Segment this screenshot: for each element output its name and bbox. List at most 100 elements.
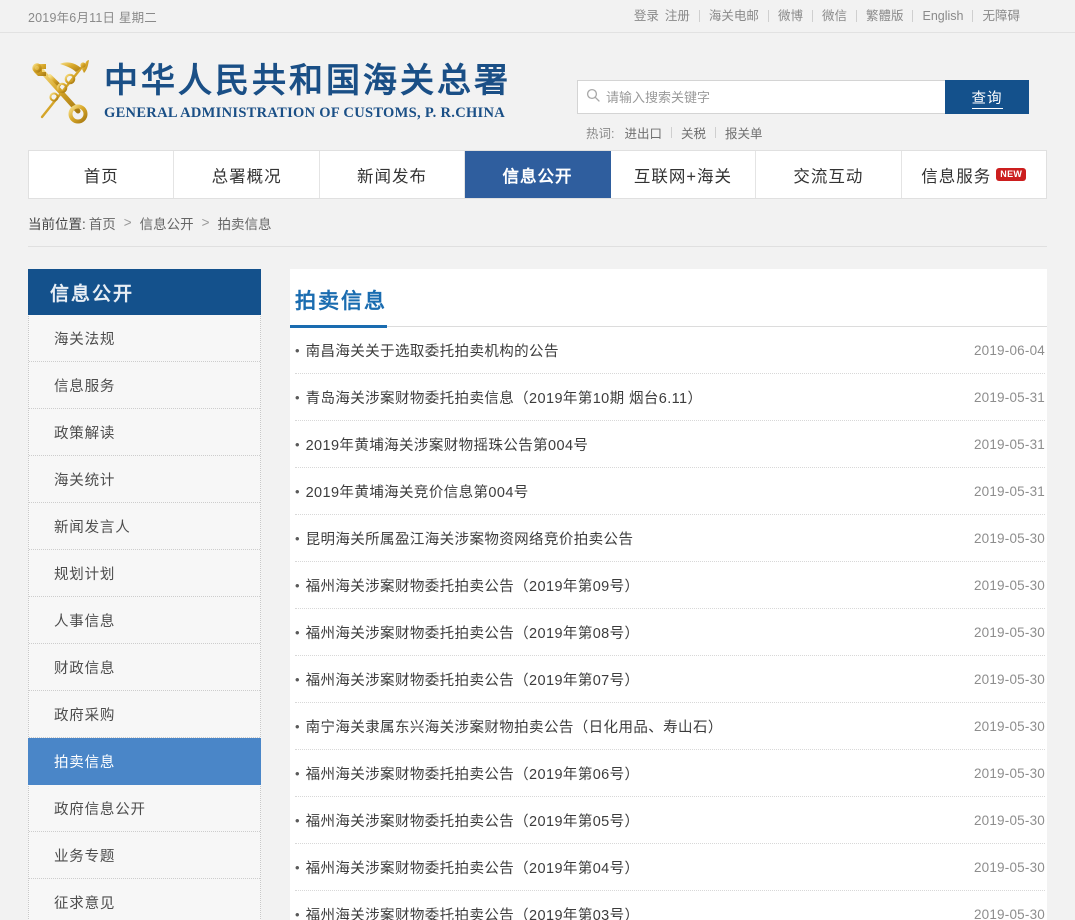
- list-item-title[interactable]: 福州海关涉案财物委托拍卖公告（2019年第09号）: [306, 575, 640, 596]
- new-badge: NEW: [996, 168, 1026, 181]
- list-item-title[interactable]: 福州海关涉案财物委托拍卖公告（2019年第03号）: [306, 904, 640, 920]
- list-item[interactable]: • 福州海关涉案财物委托拍卖公告（2019年第07号） 2019-05-30: [295, 656, 1045, 703]
- list-item-title[interactable]: 2019年黄埔海关竞价信息第004号: [306, 481, 529, 502]
- weibo-link[interactable]: 微博: [769, 9, 812, 23]
- list-item-title[interactable]: 福州海关涉案财物委托拍卖公告（2019年第08号）: [306, 622, 640, 643]
- list-item[interactable]: • 福州海关涉案财物委托拍卖公告（2019年第04号） 2019-05-30: [295, 844, 1045, 891]
- page-title: 拍卖信息: [290, 269, 387, 328]
- nav-item-label: 新闻发布: [357, 163, 427, 187]
- list-item[interactable]: • 南宁海关隶属东兴海关涉案财物拍卖公告（日化用品、寿山石） 2019-05-3…: [295, 703, 1045, 750]
- list-item-title[interactable]: 青岛海关涉案财物委托拍卖信息（2019年第10期 烟台6.11）: [306, 387, 703, 408]
- search-input[interactable]: [606, 90, 937, 105]
- sidebar-item-customs-statistics[interactable]: 海关统计: [29, 456, 260, 503]
- english-link[interactable]: English: [913, 9, 972, 23]
- sidebar-item-customs-regulations[interactable]: 海关法规: [29, 315, 260, 362]
- bullet-icon: •: [295, 532, 300, 545]
- nav-item-information-service[interactable]: 信息服务 NEW: [902, 151, 1046, 198]
- sidebar-item-government-procurement[interactable]: 政府采购: [29, 691, 260, 738]
- traditional-chinese-link[interactable]: 繁體版: [857, 9, 913, 23]
- list-item-title[interactable]: 福州海关涉案财物委托拍卖公告（2019年第07号）: [306, 669, 640, 690]
- sidebar-item-information-service[interactable]: 信息服务: [29, 362, 260, 409]
- breadcrumb-item-0[interactable]: 首页: [89, 213, 116, 233]
- bullet-icon: •: [295, 814, 300, 827]
- hotwords-bar: 热词: 进出口 关税 报关单: [577, 123, 1029, 142]
- sidebar-item-label: 新闻发言人: [54, 516, 131, 537]
- list-item-date: 2019-05-30: [960, 672, 1045, 687]
- sidebar-item-government-info-disclosure[interactable]: 政府信息公开: [29, 785, 260, 832]
- list-item-title[interactable]: 2019年黄埔海关涉案财物摇珠公告第004号: [306, 434, 589, 455]
- accessibility-link[interactable]: 无障碍: [973, 9, 1029, 23]
- nav-item-home[interactable]: 首页: [29, 151, 174, 198]
- sidebar-item-planning[interactable]: 规划计划: [29, 550, 260, 597]
- breadcrumb-item-1[interactable]: 信息公开: [140, 213, 194, 233]
- nav-item-overview[interactable]: 总署概况: [174, 151, 319, 198]
- hotword-link-0[interactable]: 进出口: [624, 123, 671, 142]
- bullet-icon: •: [295, 767, 300, 780]
- bullet-icon: •: [295, 579, 300, 592]
- sidebar-item-spokesperson[interactable]: 新闻发言人: [29, 503, 260, 550]
- breadcrumb-separator: >: [202, 215, 210, 230]
- register-link[interactable]: 注册: [662, 9, 699, 23]
- list-item-date: 2019-05-30: [960, 531, 1045, 546]
- hotword-link-2[interactable]: 报关单: [716, 123, 772, 142]
- sidebar-item-policy-interpretation[interactable]: 政策解读: [29, 409, 260, 456]
- list-item[interactable]: • 福州海关涉案财物委托拍卖公告（2019年第09号） 2019-05-30: [295, 562, 1045, 609]
- list-item[interactable]: • 福州海关涉案财物委托拍卖公告（2019年第06号） 2019-05-30: [295, 750, 1045, 797]
- sidebar-item-public-consultation[interactable]: 征求意见: [29, 879, 260, 920]
- sidebar-item-business-topics[interactable]: 业务专题: [29, 832, 260, 879]
- sidebar-item-label: 征求意见: [54, 892, 115, 913]
- list-item-date: 2019-05-30: [960, 860, 1045, 875]
- nav-item-internet-plus-customs[interactable]: 互联网+海关: [611, 151, 756, 198]
- list-item[interactable]: • 2019年黄埔海关涉案财物摇珠公告第004号 2019-05-31: [295, 421, 1045, 468]
- breadcrumb-wrapper: 当前位置: 首页 > 信息公开 > 拍卖信息: [0, 199, 1075, 247]
- login-link[interactable]: 登录: [625, 9, 662, 23]
- list-item-date: 2019-06-04: [960, 343, 1045, 358]
- search-icon: [586, 88, 600, 107]
- list-item[interactable]: • 昆明海关所属盈江海关涉案物资网络竞价拍卖公告 2019-05-30: [295, 515, 1045, 562]
- list-item-title[interactable]: 福州海关涉案财物委托拍卖公告（2019年第04号）: [306, 857, 640, 878]
- sidebar-item-auction-info[interactable]: 拍卖信息: [28, 738, 261, 785]
- sidebar-item-label: 政府信息公开: [54, 798, 146, 819]
- list-item-title[interactable]: 昆明海关所属盈江海关涉案物资网络竞价拍卖公告: [306, 528, 634, 549]
- top-utility-bar: 2019年6月11日 星期二 登录 注册 海关电邮 微博 微信 繁體版 Engl…: [0, 0, 1075, 33]
- brand-title-cn: 中华人民共和国海关总署: [104, 61, 511, 101]
- list-item[interactable]: • 南昌海关关于选取委托拍卖机构的公告 2019-06-04: [295, 327, 1045, 374]
- hotword-link-1[interactable]: 关税: [672, 123, 715, 142]
- bullet-icon: •: [295, 673, 300, 686]
- current-date: 2019年6月11日 星期二: [28, 7, 157, 26]
- list-item-title[interactable]: 南昌海关关于选取委托拍卖机构的公告: [306, 340, 559, 361]
- list-item-title[interactable]: 福州海关涉案财物委托拍卖公告（2019年第05号）: [306, 810, 640, 831]
- nav-item-news[interactable]: 新闻发布: [320, 151, 465, 198]
- list-item[interactable]: • 2019年黄埔海关竞价信息第004号 2019-05-31: [295, 468, 1045, 515]
- bullet-icon: •: [295, 391, 300, 404]
- sidebar-item-label: 拍卖信息: [54, 751, 115, 772]
- breadcrumb-item-2[interactable]: 拍卖信息: [218, 213, 272, 233]
- bullet-icon: •: [295, 485, 300, 498]
- sidebar-item-label: 信息服务: [54, 375, 115, 396]
- list-item-title[interactable]: 南宁海关隶属东兴海关涉案财物拍卖公告（日化用品、寿山石）: [306, 716, 723, 737]
- list-item-date: 2019-05-30: [960, 766, 1045, 781]
- sidebar-item-label: 业务专题: [54, 845, 115, 866]
- sidebar-item-label: 人事信息: [54, 610, 115, 631]
- sidebar-item-financial-info[interactable]: 财政信息: [29, 644, 260, 691]
- nav-item-information-disclosure[interactable]: 信息公开: [465, 151, 610, 198]
- utility-links: 登录 注册 海关电邮 微博 微信 繁體版 English 无障碍: [625, 9, 1029, 23]
- list-item-title[interactable]: 福州海关涉案财物委托拍卖公告（2019年第06号）: [306, 763, 640, 784]
- list-item[interactable]: • 福州海关涉案财物委托拍卖公告（2019年第03号） 2019-05-30: [295, 891, 1045, 920]
- sidebar-item-personnel-info[interactable]: 人事信息: [29, 597, 260, 644]
- content-area: 信息公开 海关法规 信息服务 政策解读 海关统计 新闻发言人 规划计划 人事信息…: [0, 269, 1075, 920]
- list-item-date: 2019-05-30: [960, 813, 1045, 828]
- sidebar-item-label: 海关统计: [54, 469, 115, 490]
- wechat-link[interactable]: 微信: [813, 9, 856, 23]
- list-item[interactable]: • 青岛海关涉案财物委托拍卖信息（2019年第10期 烟台6.11） 2019-…: [295, 374, 1045, 421]
- customs-mail-link[interactable]: 海关电邮: [700, 9, 768, 23]
- nav-item-interaction[interactable]: 交流互动: [756, 151, 901, 198]
- bullet-icon: •: [295, 344, 300, 357]
- list-item[interactable]: • 福州海关涉案财物委托拍卖公告（2019年第08号） 2019-05-30: [295, 609, 1045, 656]
- nav-item-label: 互联网+海关: [634, 163, 732, 187]
- list-item-date: 2019-05-30: [960, 907, 1045, 920]
- site-logo[interactable]: 中华人民共和国海关总署 GENERAL ADMINISTRATION OF CU…: [28, 59, 511, 125]
- search-button[interactable]: 查询: [945, 80, 1029, 114]
- nav-item-label: 总署概况: [212, 163, 282, 187]
- list-item[interactable]: • 福州海关涉案财物委托拍卖公告（2019年第05号） 2019-05-30: [295, 797, 1045, 844]
